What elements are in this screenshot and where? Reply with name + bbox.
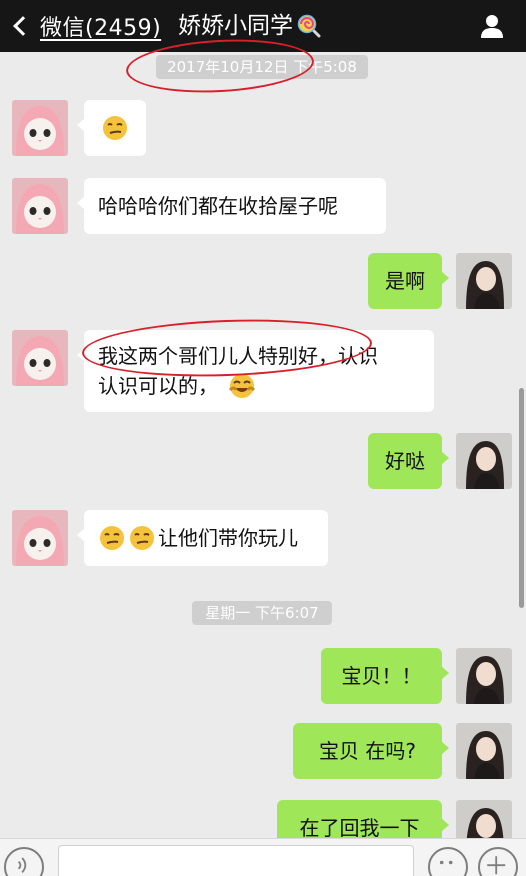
smiley-icon [439,860,453,865]
message-text: 是啊 [385,269,425,293]
message-bubble[interactable]: 是啊 [368,253,449,309]
laugh-emoji [228,374,256,398]
chat-title-text: 娇娇小同学 [178,13,293,39]
cat-avatar[interactable] [12,100,68,156]
cat-avatar[interactable] [12,178,68,234]
cat-avatar[interactable] [12,330,68,386]
message-bubble[interactable]: 哈哈哈你们都在收拾屋子呢 [77,178,386,234]
message-text-line1: 我这两个哥们儿人特别好，认识 [98,344,378,368]
person-icon[interactable] [478,12,506,40]
back-label: 微信(2459) [40,16,162,41]
smirk-emoji [103,116,127,140]
plus-icon [487,856,506,875]
message-text: 让他们带你玩儿 [158,526,298,550]
chevron-left-icon [13,16,33,36]
message-text: 宝贝 在吗? [319,739,416,763]
message-bubble[interactable] [77,100,146,156]
girl-avatar[interactable] [456,723,512,779]
message-line2-row: 认识可以的， [98,371,256,401]
more-button[interactable] [478,847,518,876]
emoji-button[interactable] [428,847,468,876]
message-bubble[interactable]: 好哒 [368,433,449,489]
voice-icon [17,857,27,873]
girl-avatar[interactable] [456,253,512,309]
smirk-emoji [130,526,154,550]
chat-header: 微信(2459) 娇娇小同学 [0,0,526,52]
timestamp: 2017年10月12日 下午5:08 [156,55,368,79]
timestamp: 星期一 下午6:07 [192,601,332,625]
message-text: 好哒 [385,449,425,473]
cat-avatar[interactable] [12,510,68,566]
chat-screen: 微信(2459) 娇娇小同学 2017年10月12日 下午5:08 哈哈哈你们都… [0,0,526,876]
girl-avatar[interactable] [456,433,512,489]
girl-avatar[interactable] [456,648,512,704]
voice-button[interactable] [4,847,44,876]
message-bubble[interactable]: 宝贝 在吗? [293,723,449,779]
smirk-emoji [100,526,124,550]
message-bubble[interactable]: 我这两个哥们儿人特别好，认识 认识可以的， [77,330,434,412]
message-text: 哈哈哈你们都在收拾屋子呢 [98,194,338,218]
input-bar [0,838,526,876]
message-bubble[interactable]: 宝贝！！ [321,648,449,704]
message-bubble[interactable]: 让他们带你玩儿 [77,510,328,566]
chat-title: 娇娇小同学 [178,10,321,42]
back-button[interactable]: 微信(2459) [8,10,161,42]
message-text: 宝贝！！ [341,664,422,688]
lollipop-icon [297,14,321,38]
message-input[interactable] [58,845,414,876]
scrollbar[interactable] [519,388,524,608]
message-text-line2: 认识可以的， [98,374,218,398]
